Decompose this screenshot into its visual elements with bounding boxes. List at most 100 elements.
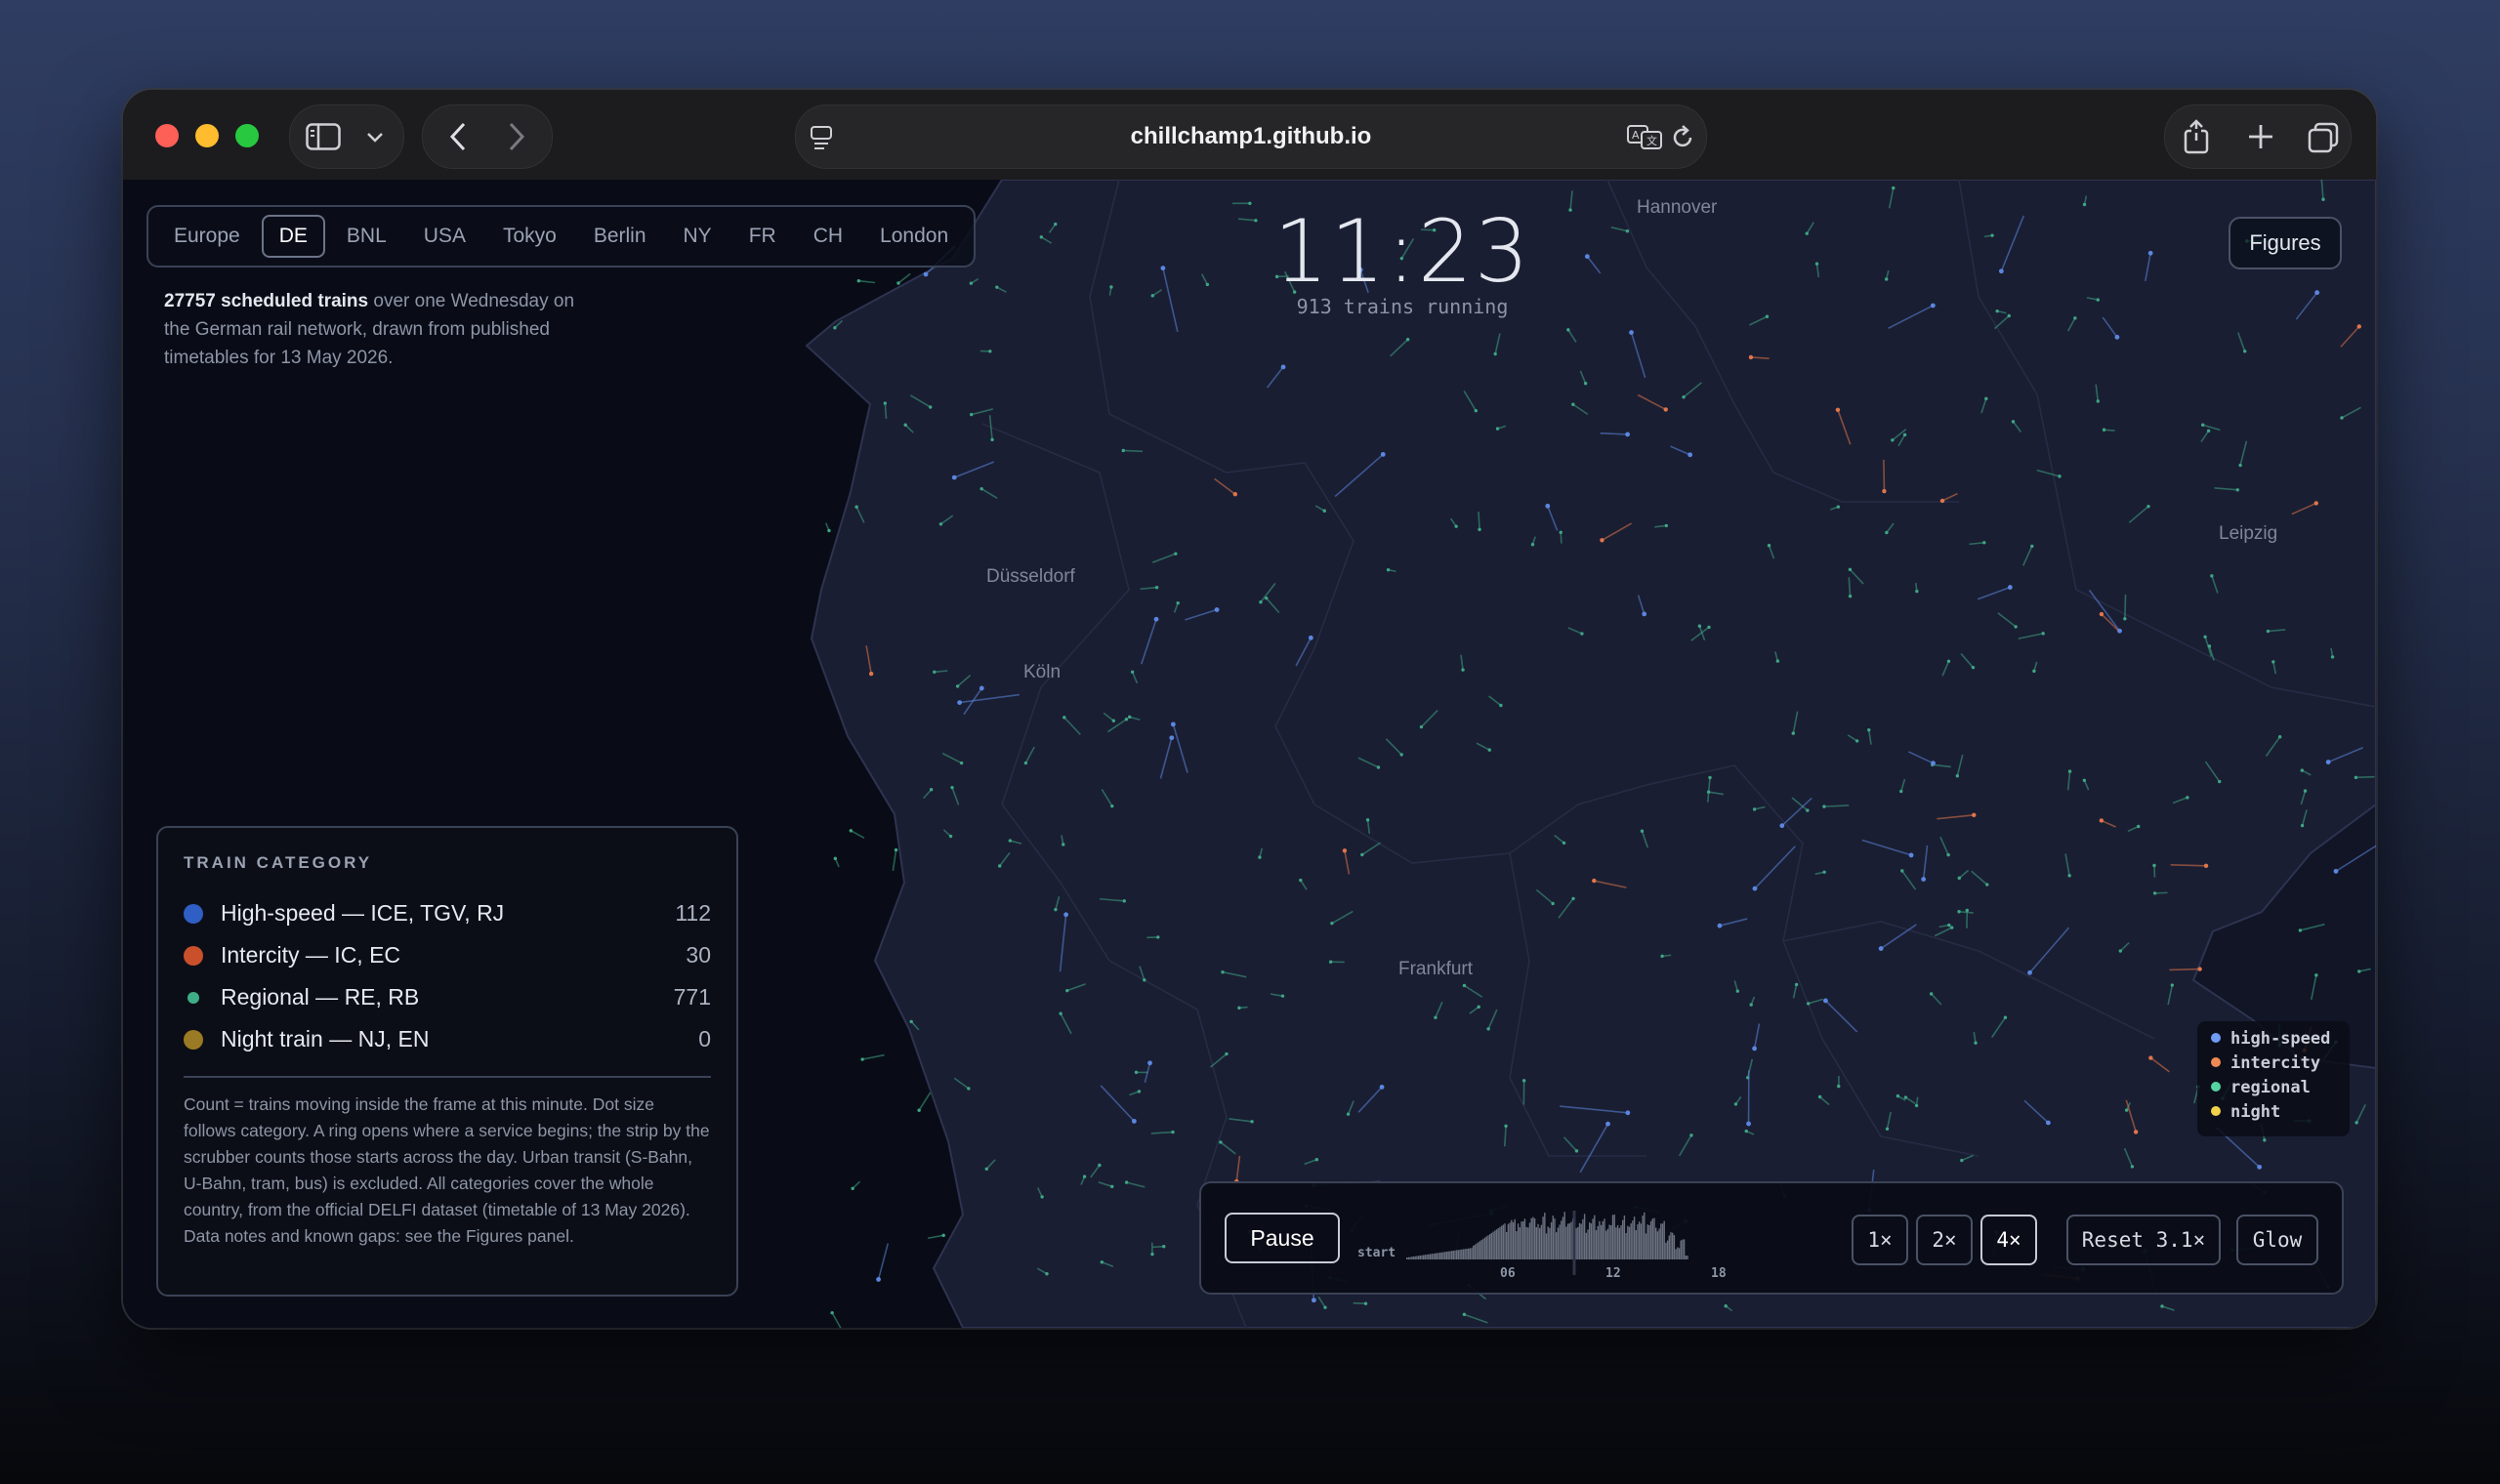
tab-de[interactable]: DE xyxy=(261,215,325,258)
train-trail xyxy=(1152,1245,1164,1249)
train-dot xyxy=(1562,841,1566,845)
train-dot xyxy=(2058,474,2062,478)
timeline-bar xyxy=(1412,1257,1415,1259)
train-dot xyxy=(1124,718,1129,721)
timeline-start-label: start xyxy=(1357,1246,1396,1260)
timeline-bar xyxy=(1478,1242,1479,1259)
train-dot xyxy=(979,486,983,491)
train-dot xyxy=(909,1019,913,1024)
timeline-bar xyxy=(1416,1256,1418,1259)
tab-europe[interactable]: Europe xyxy=(158,215,256,258)
train-dot xyxy=(1110,804,1114,808)
timeline-bar xyxy=(1409,1257,1411,1259)
speed-4x-button[interactable]: 4× xyxy=(1980,1215,2037,1265)
timeline-bar xyxy=(1590,1223,1593,1259)
timeline-bar xyxy=(1445,1252,1448,1259)
train-dot xyxy=(1219,1140,1223,1144)
new-tab-icon[interactable] xyxy=(2247,123,2274,150)
timeline-bar xyxy=(1544,1213,1546,1259)
speed-2x-button[interactable]: 2× xyxy=(1916,1215,1973,1265)
train-dot xyxy=(1822,870,1826,874)
train-dot xyxy=(2303,789,2308,793)
reload-icon[interactable] xyxy=(1669,124,1696,151)
train-trail xyxy=(1353,1301,1366,1305)
train-category-panel: TRAIN CATEGORY High-speed — ICE, TGV, RJ… xyxy=(156,826,738,1297)
train-dot xyxy=(1530,543,1535,547)
timeline-bar xyxy=(1611,1215,1614,1259)
tab-fr[interactable]: FR xyxy=(733,215,792,258)
train-dot xyxy=(2235,488,2239,492)
zoom-window-button[interactable] xyxy=(235,124,259,147)
minimize-window-button[interactable] xyxy=(195,124,219,147)
timeline-bar xyxy=(1459,1250,1461,1259)
tab-usa[interactable]: USA xyxy=(408,215,481,258)
train-dot xyxy=(1946,659,1951,663)
timeline-scrubber[interactable]: start 06 12 18 xyxy=(1357,1201,1826,1279)
train-dot xyxy=(2313,501,2318,506)
train-dot xyxy=(997,864,1002,868)
train-dot xyxy=(1059,1011,1062,1015)
train-dot xyxy=(2203,863,2209,868)
train-dot xyxy=(1775,659,1780,663)
translate-icon[interactable]: A文 xyxy=(1626,123,1663,150)
train-dot xyxy=(1836,505,1841,509)
train-dot xyxy=(1259,600,1263,604)
glow-toggle-button[interactable]: Glow xyxy=(2236,1215,2318,1265)
timeline-bar xyxy=(1549,1227,1551,1259)
intro-text: 27757 scheduled trains over one Wednesda… xyxy=(164,287,574,372)
train-dot xyxy=(2218,779,2222,784)
address-bar[interactable]: chillchamp1.github.io A文 xyxy=(795,104,1707,169)
train-dot xyxy=(959,761,964,765)
sidebar-icon[interactable] xyxy=(306,123,341,150)
train-dot xyxy=(1559,530,1562,534)
tab-overview-icon[interactable] xyxy=(2308,122,2339,153)
timeline-bar xyxy=(1587,1229,1589,1259)
train-dot xyxy=(1748,354,1754,360)
tab-bnl[interactable]: BNL xyxy=(331,215,402,258)
train-dot xyxy=(1707,625,1711,630)
train-dot xyxy=(1169,735,1175,741)
train-dot xyxy=(849,829,854,833)
tab-berlin[interactable]: Berlin xyxy=(578,215,662,258)
train-dot xyxy=(1984,396,1988,401)
train-dot xyxy=(1248,201,1252,205)
speed-1x-button[interactable]: 1× xyxy=(1852,1215,1908,1265)
back-icon[interactable] xyxy=(448,121,468,152)
timeline-bar xyxy=(1411,1257,1413,1259)
train-dot xyxy=(1697,624,1702,628)
train-dot xyxy=(1947,923,1951,928)
train-dot xyxy=(1957,910,1961,914)
tab-london[interactable]: London xyxy=(864,215,964,258)
train-dot xyxy=(1154,586,1159,590)
timeline-bar xyxy=(1563,1212,1565,1259)
train-dot xyxy=(2186,796,2189,800)
train-dot xyxy=(1461,668,1465,672)
train-dot xyxy=(2067,769,2072,773)
train-dot xyxy=(1744,1129,1748,1134)
timeline-tick-06: 06 xyxy=(1500,1266,1516,1279)
train-dot xyxy=(830,1310,834,1315)
train-dot xyxy=(1454,524,1458,528)
train-dot xyxy=(1908,852,1914,858)
close-window-button[interactable] xyxy=(155,124,179,147)
train-dot xyxy=(854,505,858,509)
tab-tokyo[interactable]: Tokyo xyxy=(487,215,572,258)
reset-speed-button[interactable]: Reset 3.1× xyxy=(2066,1215,2221,1265)
train-dot xyxy=(1205,282,1210,287)
share-icon[interactable] xyxy=(2183,119,2210,154)
chevron-down-icon[interactable] xyxy=(366,132,384,144)
forward-icon[interactable] xyxy=(507,121,526,152)
train-dot xyxy=(1767,544,1771,548)
timeline-bar xyxy=(1589,1222,1591,1259)
tab-ny[interactable]: NY xyxy=(668,215,728,258)
legend-dot xyxy=(184,904,203,924)
train-dot xyxy=(1322,509,1326,513)
train-dot xyxy=(1214,607,1220,612)
tab-ch[interactable]: CH xyxy=(798,215,858,258)
train-dot xyxy=(1746,1121,1751,1127)
timeline-bar xyxy=(1578,1222,1581,1259)
train-dot xyxy=(1706,790,1711,794)
train-trail xyxy=(2154,891,2168,894)
pause-button[interactable]: Pause xyxy=(1225,1213,1340,1263)
figures-button[interactable]: Figures xyxy=(2229,217,2342,269)
